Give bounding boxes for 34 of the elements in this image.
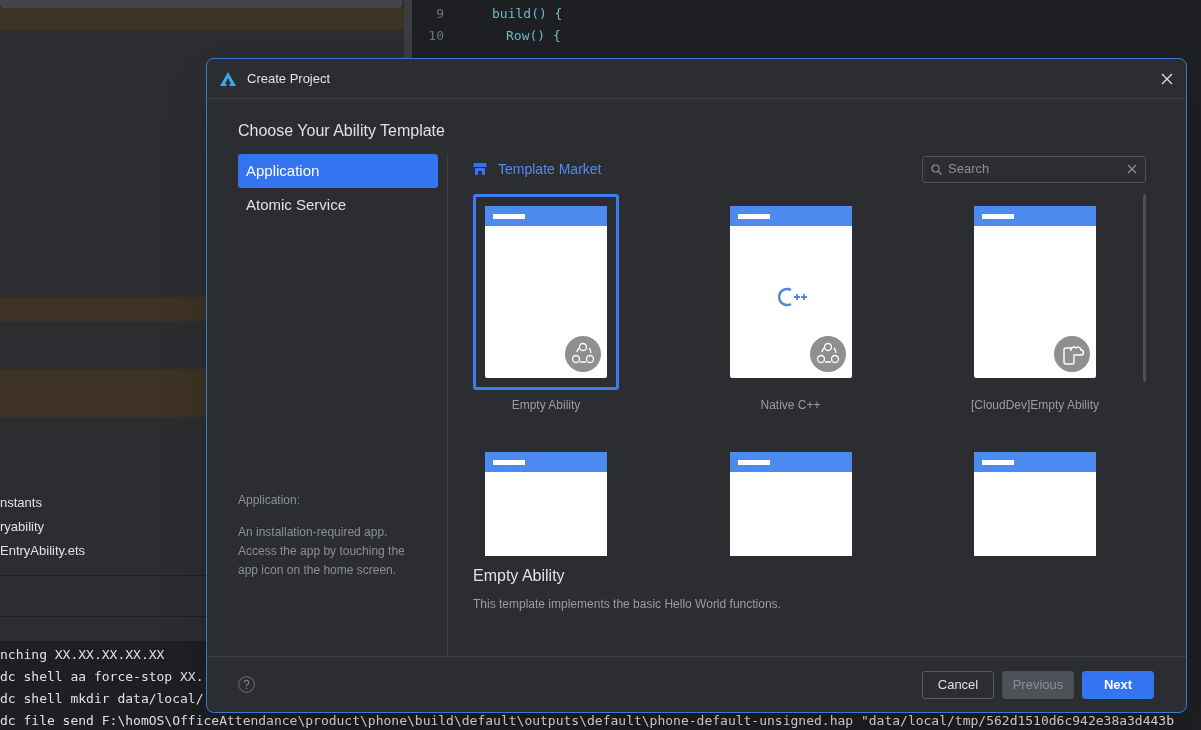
close-icon[interactable] (1161, 72, 1173, 85)
line-number: 9 (435, 5, 444, 24)
dialog-title: Create Project (247, 69, 331, 88)
app-logo-icon (220, 71, 236, 86)
network-nodes-icon (809, 336, 846, 372)
primary-button[interactable]: Next (1082, 670, 1154, 699)
console-line: nching XX.XX.XX.XX.XX (0, 646, 165, 664)
secondary-button[interactable]: Cancel (922, 670, 994, 699)
template-name: Empty Ability (511, 397, 581, 414)
template-market-link[interactable]: Template Market (498, 158, 602, 180)
dialog-heading: Choose Your Ability Template (238, 121, 446, 141)
code-line: Row() { (506, 27, 561, 46)
template-card[interactable] (473, 194, 619, 390)
store-icon (473, 162, 487, 176)
console-line: dc shell aa force-stop XX. (0, 668, 204, 686)
category-tab[interactable]: Application (238, 154, 438, 188)
phone-cloud-icon (1054, 336, 1090, 372)
line-number: 10 (427, 27, 444, 46)
console-line: dc file send F:\homOS\OfficeAttendance\product\phone\build\default\outputs\default\phone-default-unsigned.hap "data/local/tmp/562d1510d6c942e38a3d443b (0, 712, 1174, 730)
help-icon[interactable] (238, 676, 255, 693)
clear-icon[interactable] (1127, 164, 1137, 174)
search-input[interactable]: Search (948, 159, 1121, 179)
search-field[interactable]: Search (922, 155, 1146, 183)
code-line: build() { (492, 5, 563, 24)
network-nodes-icon (565, 336, 601, 372)
console-line: dc shell mkdir data/local/ (0, 690, 204, 708)
template-detail-description: This template implements the basic Hello World functions. (473, 596, 782, 613)
search-icon (931, 163, 942, 175)
category-description: An installation-required app. Access the app by touching the app icon on the home screen. (238, 524, 406, 579)
template-detail-title: Empty Ability (473, 566, 566, 586)
category-tab[interactable]: Atomic Service (238, 188, 438, 222)
template-name: Native C++ (760, 397, 821, 414)
category-info-title: Application: (238, 492, 302, 509)
template-name: [CloudDev]Empty Ability (970, 397, 1100, 414)
